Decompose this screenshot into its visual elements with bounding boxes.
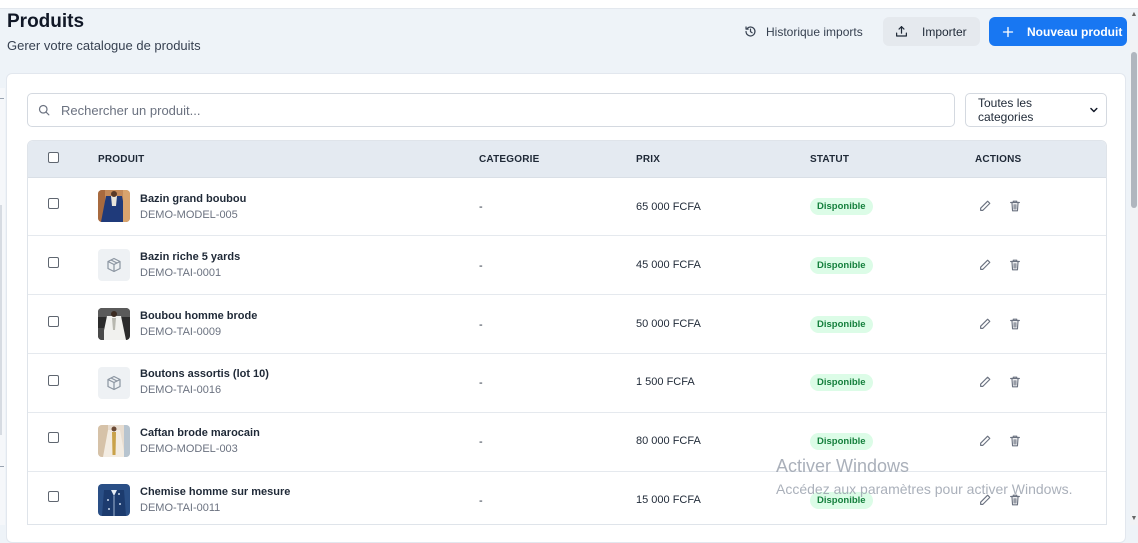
product-category: - [479, 201, 483, 213]
column-header-actions: ACTIONS [975, 154, 1022, 165]
table-row[interactable]: Bazin grand boubou DEMO-MODEL-005 - 65 0… [28, 177, 1106, 236]
edit-icon[interactable] [978, 317, 992, 331]
table-row[interactable]: Boutons assortis (lot 10) DEMO-TAI-0016 … [28, 354, 1106, 413]
category-select[interactable]: Toutes les categories [965, 93, 1107, 127]
windows-activation-title: Activer Windows [776, 456, 910, 476]
product-price: 45 000 FCFA [636, 259, 701, 271]
status-badge: Disponible [810, 433, 873, 450]
product-category: - [479, 377, 483, 389]
upload-icon [896, 26, 907, 37]
import-history-label: Historique imports [766, 24, 863, 39]
history-icon [745, 26, 756, 37]
status-badge: Disponible [810, 316, 873, 333]
chevron-down-icon [1090, 107, 1098, 113]
edit-icon[interactable] [978, 375, 992, 389]
trash-icon[interactable] [1008, 375, 1022, 389]
select-all-checkbox[interactable] [48, 152, 59, 163]
row-checkbox[interactable] [48, 316, 59, 327]
product-sku: DEMO-TAI-0001 [140, 267, 222, 279]
import-button[interactable]: Importer [883, 17, 980, 46]
product-sku: DEMO-TAI-0011 [140, 502, 221, 514]
table-row[interactable]: Bazin riche 5 yards DEMO-TAI-0001 - 45 0… [28, 236, 1106, 295]
product-name: Caftan brode marocain [140, 427, 260, 439]
trash-icon[interactable] [1008, 258, 1022, 272]
edit-icon[interactable] [978, 258, 992, 272]
trash-icon[interactable] [1008, 199, 1022, 213]
product-category: - [479, 260, 483, 272]
page-subtitle: Gerer votre catalogue de produits [7, 38, 201, 53]
table-row[interactable]: Chemise homme sur mesure DEMO-TAI-0011 -… [28, 472, 1106, 524]
product-thumbnail [98, 190, 130, 222]
search-input[interactable] [59, 101, 923, 119]
row-checkbox[interactable] [48, 432, 59, 443]
product-category: - [479, 436, 483, 448]
new-product-label: Nouveau produit [1027, 24, 1123, 39]
product-thumbnail [98, 249, 130, 281]
products-table: PRODUIT CATEGORIE PRIX STATUT ACTIONS Ba… [27, 140, 1107, 525]
product-price: 50 000 FCFA [636, 318, 701, 330]
product-thumbnail [98, 308, 130, 340]
scroll-up-arrow[interactable]: ▲ [1130, 10, 1138, 20]
product-price: 15 000 FCFA [636, 494, 701, 506]
windows-activation-message: Accédez aux paramètres pour activer Wind… [776, 481, 1073, 497]
plus-icon [1002, 26, 1014, 37]
trash-icon[interactable] [1008, 434, 1022, 448]
import-history-button[interactable]: Historique imports [740, 17, 867, 46]
product-name: Bazin grand boubou [140, 193, 247, 205]
page-scrollbar[interactable] [1130, 40, 1138, 525]
row-checkbox[interactable] [48, 198, 59, 209]
product-sku: DEMO-MODEL-005 [140, 209, 238, 221]
row-checkbox[interactable] [48, 257, 59, 268]
product-category: - [479, 319, 483, 331]
search-box[interactable] [27, 93, 955, 127]
scrollbar-thumb[interactable] [1131, 52, 1137, 208]
column-header-prix[interactable]: PRIX [636, 154, 660, 165]
product-name: Boubou homme brode [140, 310, 258, 322]
new-product-button[interactable]: Nouveau produit [989, 17, 1127, 46]
import-label: Importer [922, 24, 967, 39]
edit-icon[interactable] [978, 199, 992, 213]
edit-icon[interactable] [978, 434, 992, 448]
product-price: 80 000 FCFA [636, 435, 701, 447]
scroll-down-arrow[interactable]: ▼ [1130, 514, 1138, 524]
product-category: - [479, 495, 483, 507]
search-icon [38, 104, 50, 116]
product-thumbnail [98, 484, 130, 516]
product-name: Chemise homme sur mesure [140, 486, 291, 498]
column-header-produit[interactable]: PRODUIT [98, 154, 144, 165]
product-price: 65 000 FCFA [636, 201, 701, 213]
product-sku: DEMO-TAI-0009 [140, 326, 222, 338]
table-row[interactable]: Caftan brode marocain DEMO-MODEL-003 - 8… [28, 413, 1106, 472]
product-price: 1 500 FCFA [636, 376, 695, 388]
table-row[interactable]: Boubou homme brode DEMO-TAI-0009 - 50 00… [28, 295, 1106, 354]
product-thumbnail [98, 425, 130, 457]
category-select-value: Toutes les categories [978, 96, 1034, 124]
box-icon [107, 257, 121, 273]
product-sku: DEMO-TAI-0016 [140, 384, 222, 396]
product-name: Bazin riche 5 yards [140, 251, 241, 263]
trash-icon[interactable] [1008, 317, 1022, 331]
row-checkbox[interactable] [48, 491, 59, 502]
box-icon [107, 375, 121, 391]
column-header-statut[interactable]: STATUT [810, 154, 849, 165]
row-checkbox[interactable] [48, 375, 59, 386]
product-thumbnail [98, 367, 130, 399]
column-header-categorie[interactable]: CATEGORIE [479, 154, 540, 165]
table-header: PRODUIT CATEGORIE PRIX STATUT ACTIONS [28, 141, 1106, 178]
product-name: Boutons assortis (lot 10) [140, 368, 269, 380]
status-badge: Disponible [810, 374, 873, 391]
product-sku: DEMO-MODEL-003 [140, 443, 238, 455]
top-strip [0, 0, 1138, 9]
page-title: Produits [7, 11, 85, 32]
status-badge: Disponible [810, 198, 873, 215]
left-scroll-track [0, 205, 2, 435]
status-badge: Disponible [810, 257, 873, 274]
